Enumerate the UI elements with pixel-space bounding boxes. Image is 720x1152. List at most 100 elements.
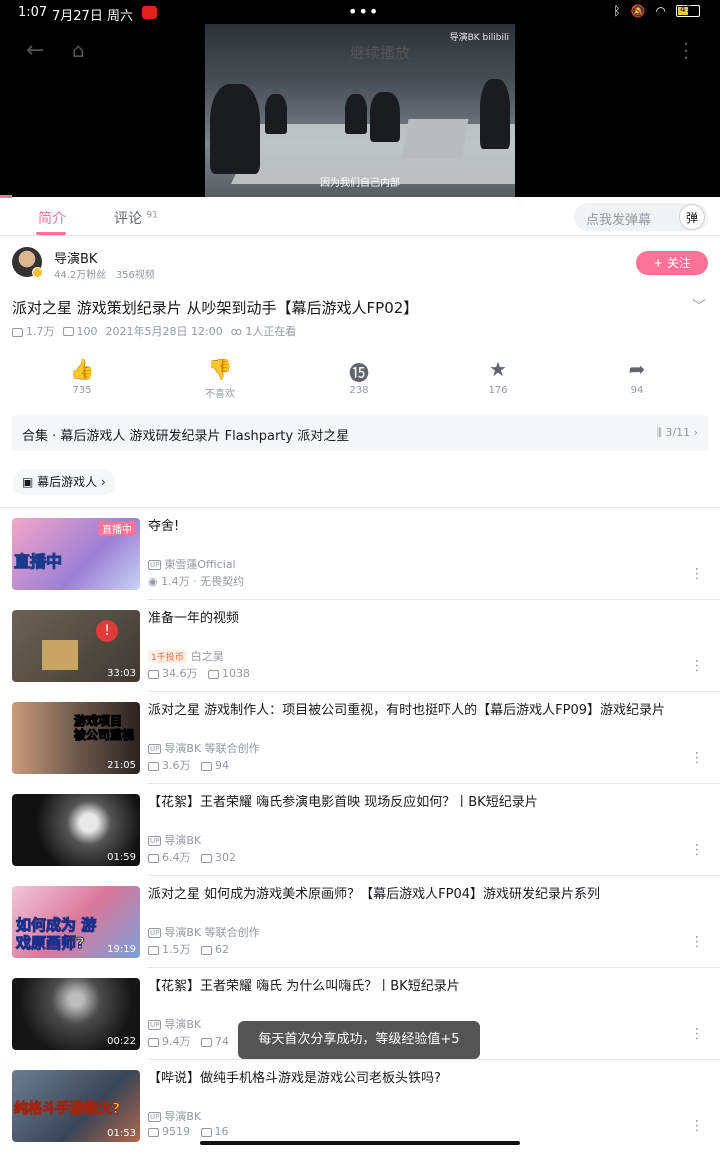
app-notification-icon	[142, 6, 157, 19]
envelope-icon	[42, 640, 78, 670]
battery-level: 47	[680, 5, 692, 15]
up-badge-icon: UP	[148, 1112, 162, 1122]
watching-icon: ꝏ	[230, 325, 242, 338]
danmaku-count-value: 100	[76, 324, 98, 338]
favorite-count: 176	[488, 385, 508, 396]
more-vertical-icon[interactable]: ⋮	[676, 38, 696, 62]
watching-value: 1人正在看	[245, 325, 297, 338]
rec-title: 准备一年的视频	[148, 611, 240, 626]
more-vertical-icon[interactable]: ⋮	[690, 934, 704, 950]
danmaku-input[interactable]: 点我发弹幕 弹	[574, 203, 708, 231]
list-item[interactable]: 如何成为 游戏原画师? 19:19 派对之星 如何成为游戏美术原画师？【幕后游戏…	[0, 876, 720, 968]
rec-uploader: UP 导演BK 等联合创作	[148, 924, 260, 940]
rec-uploader: UP 导演BK	[148, 1016, 201, 1032]
thumbnail[interactable]: ! 33:03	[12, 610, 140, 682]
thumbnail[interactable]: 游戏项目 被公司重视 21:05	[12, 702, 140, 774]
collection-bar[interactable]: 合集 · 幕后游戏人 游戏研发纪录片 Flashparty 派对之星 ⫼ 3/1…	[12, 415, 708, 451]
tag-chip[interactable]: ▣ 幕后游戏人 ›	[12, 469, 116, 495]
list-item[interactable]: ! 33:03 准备一年的视频 1千投币 白之昊 34.6万 1038 ⋮	[0, 600, 720, 692]
rec-title: 派对之星 如何成为游戏美术原画师？【幕后游戏人FP04】游戏研发纪录片系列	[148, 887, 600, 902]
thumbnail[interactable]: 如何成为 游戏原画师? 19:19	[12, 886, 140, 958]
rec-stats: 6.4万 302	[148, 849, 236, 865]
follow-button[interactable]: + 关注	[636, 251, 708, 275]
rec-uploader-name: 白之昊	[190, 650, 224, 663]
danmaku-count: 100	[62, 324, 98, 338]
uploader-meta: 44.2万粉丝 356视频	[54, 266, 155, 281]
video-scene-person	[370, 92, 400, 142]
more-vertical-icon[interactable]: ⋮	[690, 842, 704, 858]
duration: 21:05	[107, 760, 136, 771]
thumbnail[interactable]: 00:22	[12, 978, 140, 1050]
up-badge-icon: UP	[148, 1020, 162, 1030]
like-count: 735	[72, 385, 92, 396]
battery-icon: 47	[676, 5, 700, 17]
share-icon: ➦	[628, 357, 646, 381]
video-title: 派对之星 游戏策划纪录片 从吵架到动手【幕后游戏人FP02】	[12, 299, 419, 317]
list-item[interactable]: 01:59 【花絮】王者荣耀 嗨氏参演电影首映 现场反应如何？丨BK短纪录片 U…	[0, 784, 720, 876]
play-count-icon	[148, 761, 159, 771]
play-label[interactable]: 继续播放	[350, 42, 410, 63]
uploader-name[interactable]: 导演BK	[54, 248, 97, 267]
list-item[interactable]: 游戏项目 被公司重视 21:05 派对之星 游戏制作人：项目被公司重视，有时也挺…	[0, 692, 720, 784]
tag-icon: ▣	[22, 475, 34, 489]
back-arrow-icon[interactable]: ←	[26, 38, 44, 63]
rec-views: 9519	[162, 1125, 190, 1138]
watching-count: ꝏ 1人正在看	[231, 323, 297, 339]
star-icon: ★	[489, 357, 507, 381]
rec-uploader-name: 导演BK	[164, 834, 202, 847]
like-button[interactable]: 👍 735	[52, 357, 112, 396]
home-indicator[interactable]	[200, 1141, 520, 1145]
rec-title: 夺舍!	[148, 519, 180, 534]
rec-danmaku: 16	[214, 1125, 229, 1138]
rec-danmaku: 94	[215, 759, 229, 772]
thumbnail[interactable]: 直播中 直播中	[12, 518, 140, 590]
rec-uploader: UP 导演BK	[148, 832, 201, 848]
more-vertical-icon[interactable]: ⋮	[690, 1118, 704, 1134]
view-count-value: 1.7万	[26, 325, 55, 338]
uploader-videos: 356视频	[115, 270, 155, 281]
rec-stats: 9.4万 74	[148, 1033, 229, 1049]
coin-count: 238	[349, 385, 369, 396]
more-vertical-icon[interactable]: ⋮	[690, 566, 704, 582]
rec-title: 【花絮】王者荣耀 嗨氏 为什么叫嗨氏？丨BK短纪录片	[148, 979, 460, 994]
thumbnail[interactable]: 纯格斗手游能火? 01:53	[12, 1070, 140, 1142]
dislike-button[interactable]: 👎 不喜欢	[190, 357, 250, 400]
playlist-icon: ⫼	[656, 426, 662, 439]
tab-comments[interactable]: 评论 91	[114, 208, 158, 228]
tab-intro[interactable]: 简介	[38, 208, 66, 228]
rec-title: 【花絮】王者荣耀 嗨氏参演电影首映 现场反应如何？丨BK短纪录片	[148, 795, 538, 810]
view-count: 1.7万	[12, 323, 55, 339]
danmaku-count-icon	[201, 945, 212, 955]
collection-title: 合集 · 幕后游戏人 游戏研发纪录片 Flashparty 派对之星	[22, 429, 350, 444]
danmaku-count-icon	[200, 1127, 212, 1137]
rec-danmaku: 1038	[222, 667, 250, 680]
rec-uploader: 1千投币 白之昊	[148, 648, 224, 664]
video-watermark: 导演BK bilibili	[449, 33, 509, 43]
more-vertical-icon[interactable]: ⋮	[690, 750, 704, 766]
rec-stats: 3.6万 94	[148, 757, 229, 773]
publish-date: 2021年5月28日 12:00	[105, 325, 223, 338]
danmaku-toggle-icon[interactable]: 弹	[679, 204, 705, 230]
home-icon[interactable]: ⌂	[72, 38, 85, 62]
coin-button[interactable]: ⓯ 238	[329, 357, 389, 396]
share-button[interactable]: ➦ 94	[607, 357, 667, 396]
video-stats: 1.7万 100 2021年5月28日 12:00 ꝏ 1人正在看	[12, 323, 296, 339]
rec-stats: 34.6万 1038	[148, 665, 250, 681]
thumbnail[interactable]: 01:59	[12, 794, 140, 866]
rec-uploader: UP 東雪蓮Official	[148, 556, 236, 572]
list-item[interactable]: 纯格斗手游能火? 01:53 【哔说】做纯手机格斗游戏是游戏公司老板头铁吗? U…	[0, 1060, 720, 1152]
more-vertical-icon[interactable]: ⋮	[690, 658, 704, 674]
favorite-button[interactable]: ★ 176	[468, 357, 528, 396]
danmaku-count-icon	[201, 1037, 212, 1047]
thumbnail-overlay-text: 直播中	[13, 552, 63, 572]
toast-message: 每天首次分享成功，等级经验值+5	[238, 1021, 480, 1059]
play-count-icon	[148, 945, 159, 955]
tab-active-indicator	[36, 232, 66, 235]
list-item[interactable]: 直播中 直播中 夺舍! UP 東雪蓮Official ◉ 1.4万 · 无畏契约 …	[0, 508, 720, 600]
chevron-down-icon[interactable]: ﹀	[692, 296, 706, 316]
more-vertical-icon[interactable]: ⋮	[690, 1026, 704, 1042]
video-player[interactable]: 导演BK bilibili 因为我们自己内部 ← ⌂ 继续播放 ⋮	[0, 0, 720, 197]
comment-count: 91	[146, 210, 158, 221]
video-scene-person	[345, 94, 367, 134]
status-bar: 1:07 7月27日 周六 ••• ᛒ 🔕 ◠ 47	[0, 0, 720, 26]
